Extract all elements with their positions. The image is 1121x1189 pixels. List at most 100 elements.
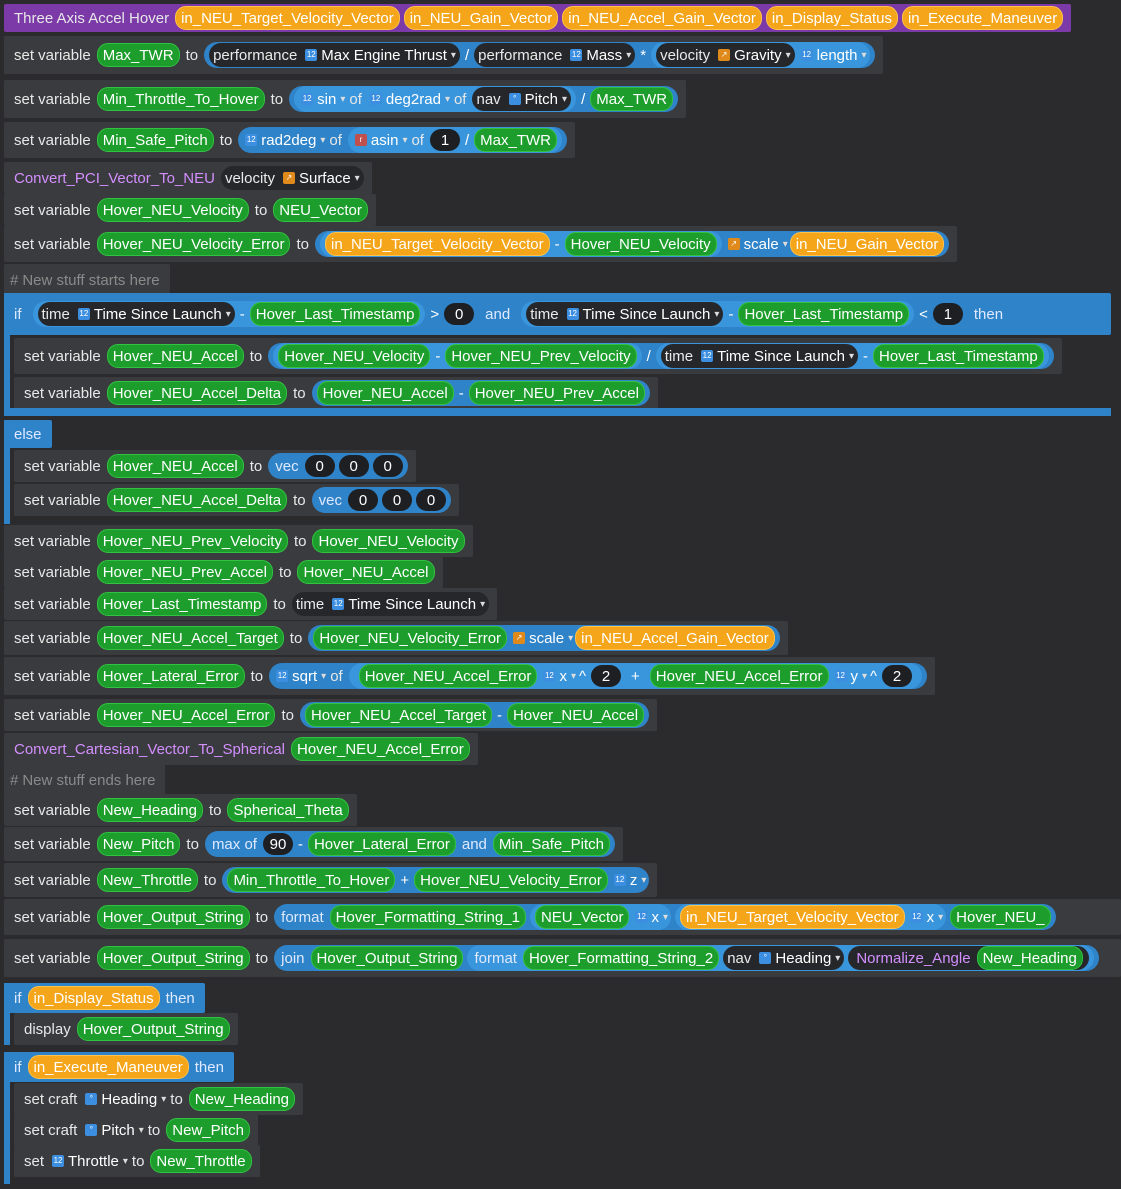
expression-block[interactable]: performance 12 Mass ▾ [474,43,636,67]
chevron-down-icon[interactable]: ▾ [938,912,943,923]
variable-pill[interactable]: New_Heading [976,946,1083,970]
chevron-down-icon[interactable]: ▾ [641,875,646,886]
set-new-throttle[interactable]: set variable New_Throttle to Min_Throttl… [4,863,658,897]
variable-pill[interactable]: Hover_NEU_Velocity_Error [313,626,508,650]
set-output-string-2[interactable]: set variable Hover_Output_String to join… [4,939,1121,977]
param-display-status[interactable]: in_Display_Status [765,6,898,30]
expression-block[interactable]: velocity ↗ Gravity ▾ [656,43,795,67]
chevron-down-icon[interactable]: ▾ [321,671,326,682]
chevron-down-icon[interactable]: ▾ [402,135,407,146]
expression-block[interactable]: time 12 Time Since Launch ▾ - Hover_Last_Ti… [521,301,915,327]
chevron-down-icon[interactable]: ▾ [320,135,325,146]
chevron-down-icon[interactable]: ▾ [714,309,719,320]
else-set-accel[interactable]: set variable Hover_NEU_Accel to vec 0 0 … [14,450,416,482]
expression-block[interactable]: NEU_Vector 12 x ▾ [529,904,672,930]
set-prev-accel[interactable]: set variable Hover_NEU_Prev_Accel to Hov… [4,556,443,588]
set-new-heading[interactable]: set variable New_Heading to Spherical_Th… [4,794,357,826]
expression-block[interactable]: r asin ▾ of 1 / Max_TWR [347,127,562,153]
variable-pill[interactable]: Hover_NEU_Accel_Target [96,626,284,650]
expression-block[interactable]: time 12 Time Since Launch ▾ [660,344,858,368]
number-literal[interactable]: 0 [444,303,475,325]
chevron-down-icon[interactable]: ▾ [626,50,631,61]
number-literal[interactable]: 2 [882,665,913,687]
set-max-twr[interactable]: set variable Max_TWR to performance 12 Max… [4,36,883,74]
variable-pill[interactable]: Hover_NEU_Accel_Error [96,703,276,727]
expression-block[interactable]: Hover_NEU_Velocity - Hover_NEU_Prev_Velo… [273,343,642,369]
variable-pill[interactable]: Max_TWR [590,87,674,111]
variable-pill[interactable]: New_Heading [96,798,203,822]
expression-block[interactable]: join Hover_Output_String format Hover_Fo… [274,945,1099,971]
parameter-pill[interactable]: in_Execute_Maneuver [27,1055,189,1079]
set-craft-pitch[interactable]: set craft ° Pitch ▾ to New_Pitch [14,1114,258,1146]
else-label[interactable]: else [4,420,52,448]
variable-pill[interactable]: Min_Throttle_To_Hover [96,87,265,111]
set-throttle[interactable]: set 12 Throttle ▾ to New_Throttle [14,1145,260,1177]
expression-block[interactable]: time 12 Time Since Launch ▾ [526,302,724,326]
chevron-down-icon[interactable]: ▾ [783,239,788,250]
param-execute-maneuver[interactable]: in_Execute_Maneuver [901,6,1064,30]
expression-block[interactable]: Hover_NEU_Velocity - Hover_NEU_Prev_Velo… [268,343,1054,369]
expression-block[interactable]: nav ° Pitch ▾ [472,87,572,111]
expression-block[interactable]: time 12 Time Since Launch ▾ - Hover_Last_Ti… [516,301,968,327]
chevron-down-icon[interactable]: ▾ [480,599,485,610]
number-literal[interactable]: 2 [591,665,622,687]
param-gain-vector[interactable]: in_NEU_Gain_Vector [403,6,559,30]
variable-pill[interactable]: New_Heading [188,1087,296,1111]
chevron-down-icon[interactable]: ▾ [139,1125,144,1136]
variable-pill[interactable]: Hover_NEU_Accel [106,344,244,368]
variable-pill[interactable]: Hover_NEU_Prev_Velocity [445,344,637,368]
set-min-throttle[interactable]: set variable Min_Throttle_To_Hover to 12… [4,80,687,118]
expression-block[interactable]: Normalize_Angle New_Heading [848,946,1089,970]
chevron-down-icon[interactable]: ▾ [663,912,668,923]
number-literal[interactable]: 0 [415,489,446,511]
expression-block[interactable]: velocity ↗ Surface ▾ [220,166,364,190]
expression-block[interactable]: Hover_NEU_Accel - Hover_NEU_Prev_Accel [311,380,650,406]
variable-pill[interactable]: Hover_Last_Timestamp [738,302,910,326]
chevron-down-icon[interactable]: ▾ [835,953,840,964]
expression-block[interactable]: Hover_NEU_Velocity_Error ↗ scale ▾ in_NEU_… [308,625,780,651]
expression-block[interactable]: time 12 Time Since Launch ▾ - Hover_Last_Ti… [32,301,426,327]
expression-block[interactable]: in_NEU_Target_Velocity_Vector - Hover_NE… [319,231,722,257]
parameter-pill[interactable]: in_NEU_Gain_Vector [789,232,945,256]
expression-block[interactable]: format Hover_Formatting_String_1 NEU_Vec… [274,904,1056,930]
variable-pill[interactable]: Hover_Output_String [96,946,250,970]
expression-block[interactable]: format Hover_Formatting_String_2 nav ° Hea… [467,945,1094,971]
variable-pill[interactable]: Hover_NEU_Prev_Accel [96,560,273,584]
variable-pill[interactable]: Hover_Last_Timestamp [873,344,1044,368]
variable-pill[interactable]: NEU_Vector [273,198,368,222]
variable-pill[interactable]: Spherical_Theta [227,798,349,822]
variable-pill[interactable]: Max_TWR [96,43,180,67]
chevron-down-icon[interactable]: ▾ [445,94,450,105]
variable-pill[interactable]: Hover_NEU_Accel_Delta [106,488,288,512]
expression-block[interactable]: time 12 Time Since Launch ▾ - Hover_Last_Ti… [655,343,1049,369]
expression-block[interactable]: max of 90 - Hover_Lateral_Error and Min_… [204,831,615,857]
variable-pill[interactable]: Min_Safe_Pitch [492,832,610,856]
call-convert-pci[interactable]: Convert_PCI_Vector_To_NEU velocity ↗ Surfa… [4,162,372,194]
param-target-velocity[interactable]: in_NEU_Target_Velocity_Vector [175,6,400,30]
variable-pill[interactable]: Hover_NEU_Accel [106,454,244,478]
parameter-pill[interactable]: in_Display_Status [27,986,160,1010]
chevron-down-icon[interactable]: ▾ [862,50,867,61]
expression-block[interactable]: in_NEU_Target_Velocity_Vector 12 x ▾ [675,904,947,930]
variable-pill[interactable]: Hover_Output_String [76,1017,230,1041]
number-literal[interactable]: 0 [381,489,412,511]
number-literal[interactable]: 1 [932,303,963,325]
expression-block[interactable]: 12 rad2deg ▾ of r asin ▾ of 1 / Max_TWR [238,127,567,153]
variable-pill[interactable]: Min_Safe_Pitch [96,128,214,152]
expression-block[interactable]: vec 0 0 0 [268,453,408,479]
variable-pill[interactable]: Hover_NEU_ [950,905,1051,929]
display-output[interactable]: display Hover_Output_String [14,1013,238,1045]
set-last-timestamp[interactable]: set variable Hover_Last_Timestamp to tim… [4,588,498,620]
set-hover-neu-velocity-error[interactable]: set variable Hover_NEU_Velocity_Error to… [4,226,958,262]
chevron-down-icon[interactable]: ▾ [226,309,231,320]
variable-pill[interactable]: Hover_NEU_Prev_Accel [468,381,645,405]
divide-block[interactable]: performance 12 Max Engine Thrust ▾ / perfor… [204,42,875,68]
variable-pill[interactable]: Hover_NEU_Prev_Velocity [96,529,288,553]
variable-pill[interactable]: Hover_Last_Timestamp [96,592,268,616]
expression-block[interactable]: time 12 Time Since Launch ▾ - Hover_Last_Ti… [27,301,480,327]
variable-pill[interactable]: Hover_Output_String [96,905,250,929]
expression-block[interactable]: Min_Throttle_To_Hover + Hover_NEU_Veloci… [222,867,650,893]
expression-block[interactable]: nav ° Heading ▾ [723,946,845,970]
variable-pill[interactable]: Hover_NEU_Accel [507,703,645,727]
function-header[interactable]: Three Axis Accel Hover in_NEU_Target_Vel… [4,4,1072,32]
